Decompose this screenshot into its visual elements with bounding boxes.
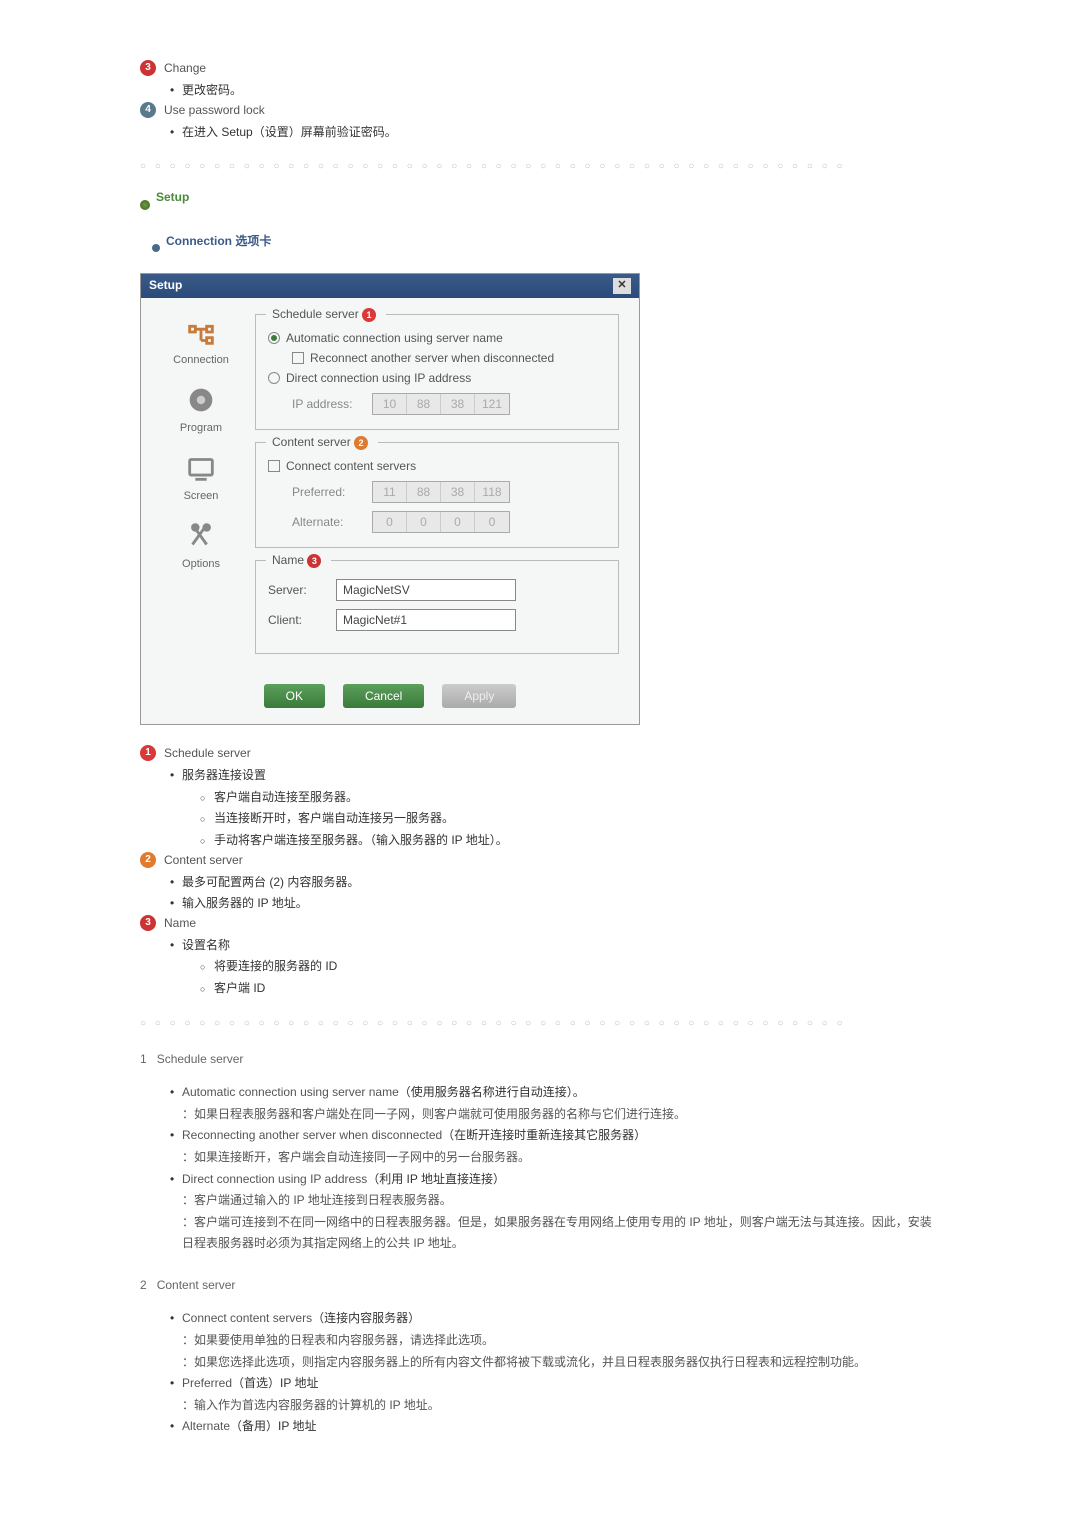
sec1-i1c: ：如果日程表服务器和客户端处在同一子网，则客户端就可使用服务器的名称与它们进行连…	[182, 1104, 940, 1126]
setup-dialog: Setup ✕ Connection Program Screen Option…	[140, 273, 640, 725]
note-schedule-title: Schedule server	[164, 746, 251, 760]
note-marker-3: 3	[140, 915, 156, 931]
divider-2: ○ ○ ○ ○ ○ ○ ○ ○ ○ ○ ○ ○ ○ ○ ○ ○ ○ ○ ○ ○ …	[140, 1018, 940, 1029]
sec1-i1b: （使用服务器名称进行自动连接）。	[399, 1085, 585, 1099]
connection-tab-heading: Connection 选项卡	[166, 232, 271, 249]
tab-program-label: Program	[180, 422, 222, 434]
close-icon[interactable]: ✕	[613, 278, 631, 294]
divider: ○ ○ ○ ○ ○ ○ ○ ○ ○ ○ ○ ○ ○ ○ ○ ○ ○ ○ ○ ○ …	[140, 161, 940, 172]
note-content-b1: 最多可配置两台 (2) 内容服务器。	[170, 872, 940, 894]
alternate-label: Alternate:	[292, 515, 364, 529]
sec1-i3c: ：客户端通过输入的 IP 地址连接到日程表服务器。	[182, 1190, 940, 1212]
tab-connection-label: Connection	[173, 354, 229, 366]
tab-program[interactable]: Program	[161, 382, 241, 434]
sec2-i2c: ：输入作为首选内容服务器的计算机的 IP 地址。	[182, 1395, 940, 1417]
preferred-ip-field[interactable]: 11 88 38 118	[372, 481, 510, 503]
change-label: Change	[164, 61, 206, 75]
content-legend: Content server	[272, 435, 351, 449]
name-legend: Name	[272, 553, 304, 567]
sec1-title: Schedule server	[157, 1052, 244, 1066]
connect-content-label: Connect content servers	[286, 459, 416, 473]
note-name-title: Name	[164, 916, 196, 930]
apply-button[interactable]: Apply	[442, 684, 516, 708]
note-content-b2: 输入服务器的 IP 地址。	[170, 893, 940, 915]
program-icon	[183, 382, 219, 418]
note-schedule-s3: 手动将客户端连接至服务器。（输入服务器的 IP 地址）。	[200, 830, 940, 852]
lock-desc: 在进入 Setup（设置）屏幕前验证密码。	[170, 122, 940, 144]
server-name-label: Server:	[268, 583, 324, 597]
alternate-ip-field[interactable]: 0 0 0 0	[372, 511, 510, 533]
check-connect-content[interactable]	[268, 460, 280, 472]
preferred-label: Preferred:	[292, 485, 364, 499]
tab-options-label: Options	[182, 558, 220, 570]
dialog-title-text: Setup	[149, 278, 182, 294]
tab-screen-label: Screen	[184, 490, 219, 502]
radio-auto[interactable]	[268, 332, 280, 344]
sec1-i3d: ：客户端可连接到不在同一网络中的日程表服务器。但是，如果服务器在专用网络上使用专…	[182, 1212, 940, 1255]
sec1-i3b: （利用 IP 地址直接连接）	[367, 1172, 505, 1186]
screen-icon	[183, 450, 219, 486]
marker-1: 1	[362, 308, 376, 322]
sec2-i1a: Connect content servers	[182, 1311, 312, 1325]
note-name-s2: 客户端 ID	[200, 978, 940, 1000]
cancel-button[interactable]: Cancel	[343, 684, 424, 708]
ok-button[interactable]: OK	[264, 684, 325, 708]
server-name-input[interactable]: MagicNetSV	[336, 579, 516, 601]
sec1-i2c: ：如果连接断开，客户端会自动连接同一子网中的另一台服务器。	[182, 1147, 940, 1169]
note-marker-1: 1	[140, 745, 156, 761]
client-name-input[interactable]: MagicNet#1	[336, 609, 516, 631]
dialog-titlebar: Setup ✕	[141, 274, 639, 298]
sec2-i3b: （备用）IP 地址	[230, 1419, 316, 1433]
sec1-num: 1	[140, 1052, 147, 1066]
note-name-s1: 将要连接的服务器的 ID	[200, 956, 940, 978]
ip-address-label: IP address:	[292, 397, 364, 411]
sec1-i2b: （在断开连接时重新连接其它服务器）	[442, 1128, 646, 1142]
connection-icon	[183, 314, 219, 350]
sec2-i1d: ：如果您选择此选项，则指定内容服务器上的所有内容文件都将被下载或流化，并且日程表…	[182, 1352, 940, 1374]
options-icon	[183, 518, 219, 554]
tab-screen[interactable]: Screen	[161, 450, 241, 502]
schedule-legend: Schedule server	[272, 307, 359, 321]
sec2-i2a: Preferred	[182, 1376, 232, 1390]
marker-4: 4	[140, 102, 156, 118]
fieldset-content: Content server 2 Connect content servers…	[255, 442, 619, 548]
sec1-i2a: Reconnecting another server when disconn…	[182, 1128, 442, 1142]
tab-connection[interactable]: Connection	[161, 314, 241, 366]
note-marker-2: 2	[140, 852, 156, 868]
sec2-i3a: Alternate	[182, 1419, 230, 1433]
sec2-i2b: （首选）IP 地址	[232, 1376, 318, 1390]
note-schedule-b1: 服务器连接设置	[170, 765, 940, 787]
auto-label: Automatic connection using server name	[286, 331, 503, 345]
note-content-title: Content server	[164, 853, 243, 867]
marker-3b: 3	[307, 554, 321, 568]
radio-direct[interactable]	[268, 372, 280, 384]
note-schedule-s2: 当连接断开时，客户端自动连接另一服务器。	[200, 808, 940, 830]
note-schedule-s1: 客户端自动连接至服务器。	[200, 787, 940, 809]
note-name-b1: 设置名称	[170, 935, 940, 957]
sec1-i3a: Direct connection using IP address	[182, 1172, 367, 1186]
client-name-label: Client:	[268, 613, 324, 627]
direct-label: Direct connection using IP address	[286, 371, 471, 385]
sec2-i1c: ：如果要使用单独的日程表和内容服务器，请选择此选项。	[182, 1330, 940, 1352]
reconnect-label: Reconnect another server when disconnect…	[310, 351, 554, 365]
fieldset-schedule: Schedule server 1 Automatic connection u…	[255, 314, 619, 430]
lock-label: Use password lock	[164, 103, 265, 117]
check-reconnect[interactable]	[292, 352, 304, 364]
ip-address-field[interactable]: 10 88 38 121	[372, 393, 510, 415]
fieldset-name: Name 3 Server: MagicNetSV Client: MagicN…	[255, 560, 619, 654]
marker-3: 3	[140, 60, 156, 76]
green-bullet-icon	[140, 200, 150, 210]
sec2-num: 2	[140, 1278, 147, 1292]
side-tabs: Connection Program Screen Options	[161, 314, 241, 666]
tab-options[interactable]: Options	[161, 518, 241, 570]
marker-2: 2	[354, 436, 368, 450]
sec2-title: Content server	[157, 1278, 236, 1292]
blue-bullet-icon	[152, 244, 160, 252]
sec2-i1b: （连接内容服务器）	[312, 1311, 420, 1325]
change-desc: 更改密码。	[170, 80, 940, 102]
setup-heading: Setup	[156, 190, 189, 204]
sec1-i1a: Automatic connection using server name	[182, 1085, 399, 1099]
